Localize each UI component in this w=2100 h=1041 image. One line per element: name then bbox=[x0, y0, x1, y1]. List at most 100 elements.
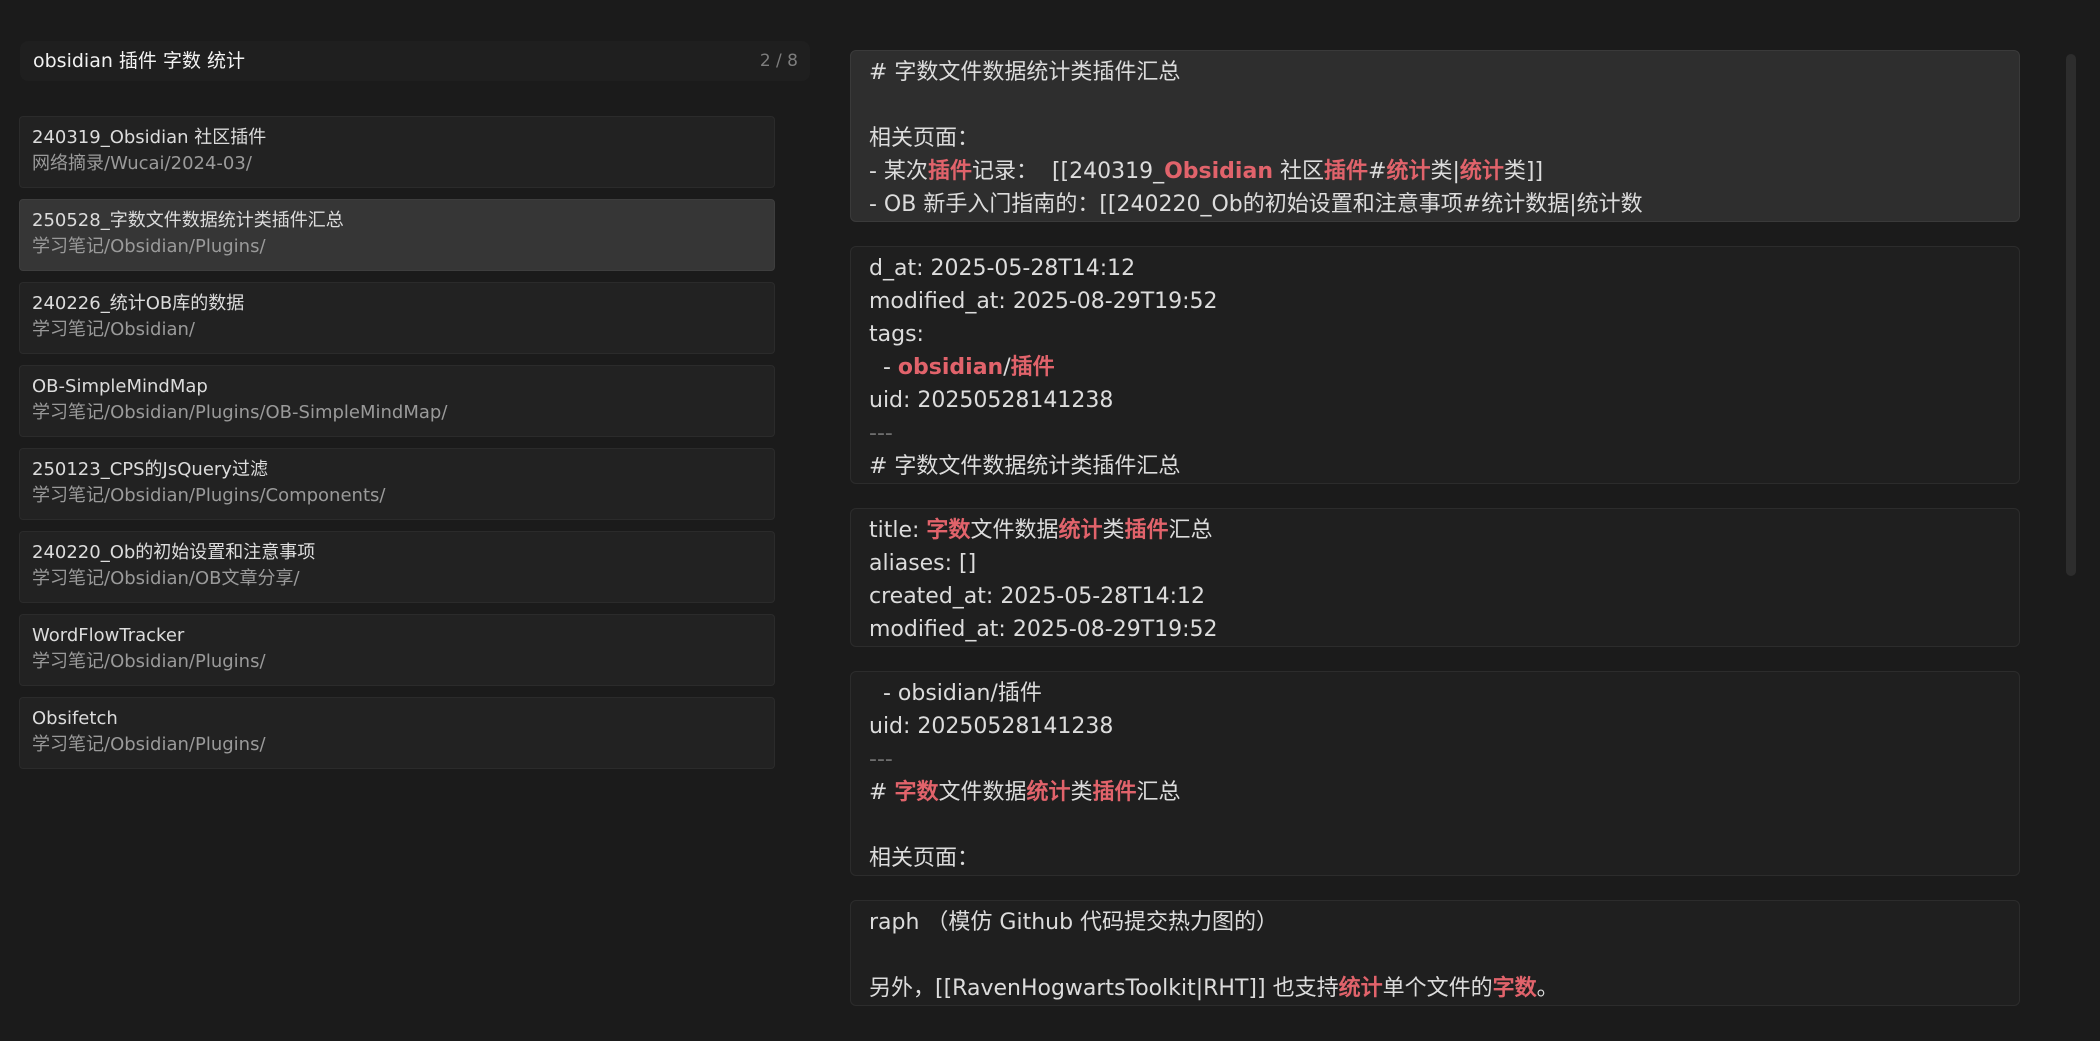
excerpt-line: 另外，[[RavenHogwartsToolkit|RHT]] 也支持统计单个文… bbox=[869, 972, 2001, 1005]
excerpt-text: 相关页面： bbox=[869, 126, 980, 151]
result-path: 学习笔记/Obsidian/OB文章分享/ bbox=[32, 568, 300, 589]
result-item[interactable]: 250123_CPS的JsQuery过滤学习笔记/Obsidian/Plugin… bbox=[19, 448, 775, 520]
match-excerpt[interactable]: # 字数文件数据统计类插件汇总 相关页面： - 某次 插件 记录： [[240319_O… bbox=[850, 50, 2020, 222]
excerpt-line: # 字数文件数据统计类插件汇总 bbox=[869, 776, 2001, 809]
result-item[interactable]: OB-SimpleMindMap 学习笔记/Obsidian/Plugins/OB… bbox=[19, 365, 775, 437]
excerpt-text: # bbox=[1368, 159, 1387, 184]
match-highlight: 统计 bbox=[1026, 780, 1071, 805]
scrollbar-thumb[interactable] bbox=[2066, 54, 2076, 576]
result-path: 学习笔记/Obsidian/Plugins/ bbox=[32, 651, 266, 672]
excerpt-text: # bbox=[869, 780, 895, 805]
match-highlight: Obsidian bbox=[1164, 159, 1273, 184]
excerpt-text: 类 bbox=[1070, 780, 1093, 805]
excerpt-line: --- bbox=[869, 743, 2001, 776]
excerpt-line bbox=[869, 939, 2001, 972]
result-path: 学习笔记/Obsidian/ bbox=[32, 319, 195, 340]
excerpt-text: modified_at: 2025-08-29T19:52 bbox=[869, 617, 1218, 642]
excerpt-text: 相关页面： bbox=[869, 846, 980, 871]
excerpt-text: 单个文件的 bbox=[1382, 976, 1493, 1001]
excerpt-line bbox=[869, 809, 2001, 842]
excerpt-line: - obsidian/插件 bbox=[869, 351, 2001, 384]
search-bar[interactable]: 2 / 8 bbox=[20, 41, 810, 81]
excerpt-line: --- bbox=[869, 417, 2001, 450]
excerpt-text: 另外，[[RavenHogwartsToolkit|RHT]] 也支持 bbox=[869, 976, 1339, 1001]
excerpt-text: 文件数据 bbox=[938, 780, 1027, 805]
result-item[interactable]: 240319_Obsidian 社区插件 网络摘录/Wucai/2024-03/ bbox=[19, 116, 775, 188]
match-highlight: 统计 bbox=[1058, 518, 1103, 543]
excerpt-text: - OB 新手入门指南的：[[240220_Ob的初始设置和注意事项#统计数据|… bbox=[869, 192, 1643, 217]
match-highlight: 统计 bbox=[1386, 159, 1431, 184]
match-excerpt[interactable]: title: 字数文件数据统计类插件汇总 aliases: [] created_a… bbox=[850, 508, 2020, 647]
result-item[interactable]: 250528_字数文件数据统计类插件汇总 学习笔记/Obsidian/Plugin… bbox=[19, 199, 775, 271]
excerpt-text: --- bbox=[869, 747, 893, 772]
excerpt-text: 汇总 bbox=[1168, 518, 1213, 543]
match-highlight: 统计 bbox=[1338, 976, 1383, 1001]
excerpt-text: created_at: 2025-05-28T14:12 bbox=[869, 584, 1206, 609]
excerpt-line: aliases: [] bbox=[869, 547, 2001, 580]
excerpt-line: 相关页面： bbox=[869, 842, 2001, 875]
match-highlight: 插件 bbox=[1010, 355, 1055, 380]
excerpt-text: 。 bbox=[1536, 976, 1559, 1001]
result-list: 240319_Obsidian 社区插件 网络摘录/Wucai/2024-03/2… bbox=[19, 116, 775, 780]
excerpt-line: raph （模仿 Github 代码提交热力图的） bbox=[869, 906, 2001, 939]
excerpt-line: modified_at: 2025-08-29T19:52 bbox=[869, 613, 2001, 646]
match-highlight: 插件 bbox=[1124, 518, 1169, 543]
search-input[interactable] bbox=[33, 41, 693, 81]
excerpt-line: modified_at: 2025-08-29T19:52 bbox=[869, 285, 2001, 318]
excerpt-line: # 字数文件数据统计类插件汇总 bbox=[869, 56, 2001, 89]
result-path: 网络摘录/Wucai/2024-03/ bbox=[32, 153, 252, 174]
excerpt-text: - obsidian/插件 bbox=[869, 681, 1042, 706]
excerpt-text: # 字数文件数据统计类插件汇总 bbox=[869, 454, 1181, 479]
result-title: 240226_统计OB库的数据 bbox=[32, 293, 245, 314]
match-excerpt[interactable]: d_at: 2025-05-28T14:12 modified_at: 2025-… bbox=[850, 246, 2020, 484]
result-path: 学习笔记/Obsidian/Plugins/ bbox=[32, 236, 266, 257]
match-highlight: obsidian bbox=[897, 355, 1004, 380]
result-title: Obsifetch bbox=[32, 708, 118, 729]
excerpt-line: 相关页面： bbox=[869, 122, 2001, 155]
result-count: 2 / 8 bbox=[759, 51, 798, 71]
match-highlight: 统计 bbox=[1459, 159, 1504, 184]
excerpt-text: raph （模仿 Github 代码提交热力图的） bbox=[869, 910, 1279, 935]
match-highlight: 插件 bbox=[1323, 159, 1368, 184]
result-title: 240319_Obsidian 社区插件 bbox=[32, 127, 267, 148]
excerpt-text: aliases: [] bbox=[869, 551, 977, 576]
excerpt-text: title: bbox=[869, 518, 927, 543]
excerpt-line bbox=[869, 89, 2001, 122]
preview-scrollbar[interactable] bbox=[2066, 50, 2076, 1035]
excerpt-text: modified_at: 2025-08-29T19:52 bbox=[869, 289, 1218, 314]
excerpt-text: 类]] bbox=[1503, 159, 1544, 184]
result-title: OB-SimpleMindMap bbox=[32, 376, 208, 397]
result-item[interactable]: 240226_统计OB库的数据 学习笔记/Obsidian/ bbox=[19, 282, 775, 354]
excerpt-text: uid: 20250528141238 bbox=[869, 388, 1114, 413]
excerpt-line: - 某次插件记录： [[240319_Obsidian 社区插件#统计类|统计类… bbox=[869, 155, 2001, 188]
excerpt-text: uid: 20250528141238 bbox=[869, 714, 1114, 739]
match-excerpt[interactable]: - obsidian/插件 uid: 20250528141238 --- # 字数文… bbox=[850, 671, 2020, 876]
excerpt-text: tags: bbox=[869, 322, 924, 347]
excerpt-line: # 字数文件数据统计类插件汇总 bbox=[869, 450, 2001, 483]
excerpt-text: - bbox=[869, 355, 898, 380]
excerpt-line: - OB 新手入门指南的：[[240220_Ob的初始设置和注意事项#统计数据|… bbox=[869, 188, 2001, 221]
excerpt-line: created_at: 2025-05-28T14:12 bbox=[869, 580, 2001, 613]
result-item[interactable]: Obsifetch 学习笔记/Obsidian/Plugins/ bbox=[19, 697, 775, 769]
result-item[interactable]: 240220_Ob的初始设置和注意事项 学习笔记/Obsidian/OB文章分享/ bbox=[19, 531, 775, 603]
excerpt-text: 社区 bbox=[1272, 159, 1324, 184]
excerpt-text: d_at: 2025-05-28T14:12 bbox=[869, 256, 1136, 281]
match-highlight: 插件 bbox=[1092, 780, 1137, 805]
match-highlight: 字数 bbox=[1492, 976, 1537, 1001]
excerpt-text: --- bbox=[869, 421, 893, 446]
result-path: 学习笔记/Obsidian/Plugins/OB-SimpleMindMap/ bbox=[32, 402, 448, 423]
result-title: 250528_字数文件数据统计类插件汇总 bbox=[32, 210, 344, 231]
excerpt-line: uid: 20250528141238 bbox=[869, 710, 2001, 743]
match-excerpt[interactable]: raph （模仿 Github 代码提交热力图的） 另外，[[RavenHogwa… bbox=[850, 900, 2020, 1006]
excerpt-text: 类 bbox=[1102, 518, 1125, 543]
excerpt-text: / bbox=[1003, 355, 1011, 380]
result-path: 学习笔记/Obsidian/Plugins/Components/ bbox=[32, 485, 386, 506]
result-title: 240220_Ob的初始设置和注意事项 bbox=[32, 542, 316, 563]
result-item[interactable]: WordFlowTracker 学习笔记/Obsidian/Plugins/ bbox=[19, 614, 775, 686]
excerpt-text: 记录： [[240319_ bbox=[971, 159, 1165, 184]
excerpt-text: 汇总 bbox=[1136, 780, 1181, 805]
excerpt-line: d_at: 2025-05-28T14:12 bbox=[869, 252, 2001, 285]
excerpt-text: # 字数文件数据统计类插件汇总 bbox=[869, 60, 1181, 85]
result-title: 250123_CPS的JsQuery过滤 bbox=[32, 459, 268, 480]
excerpt-text: - 某次 bbox=[869, 159, 928, 184]
